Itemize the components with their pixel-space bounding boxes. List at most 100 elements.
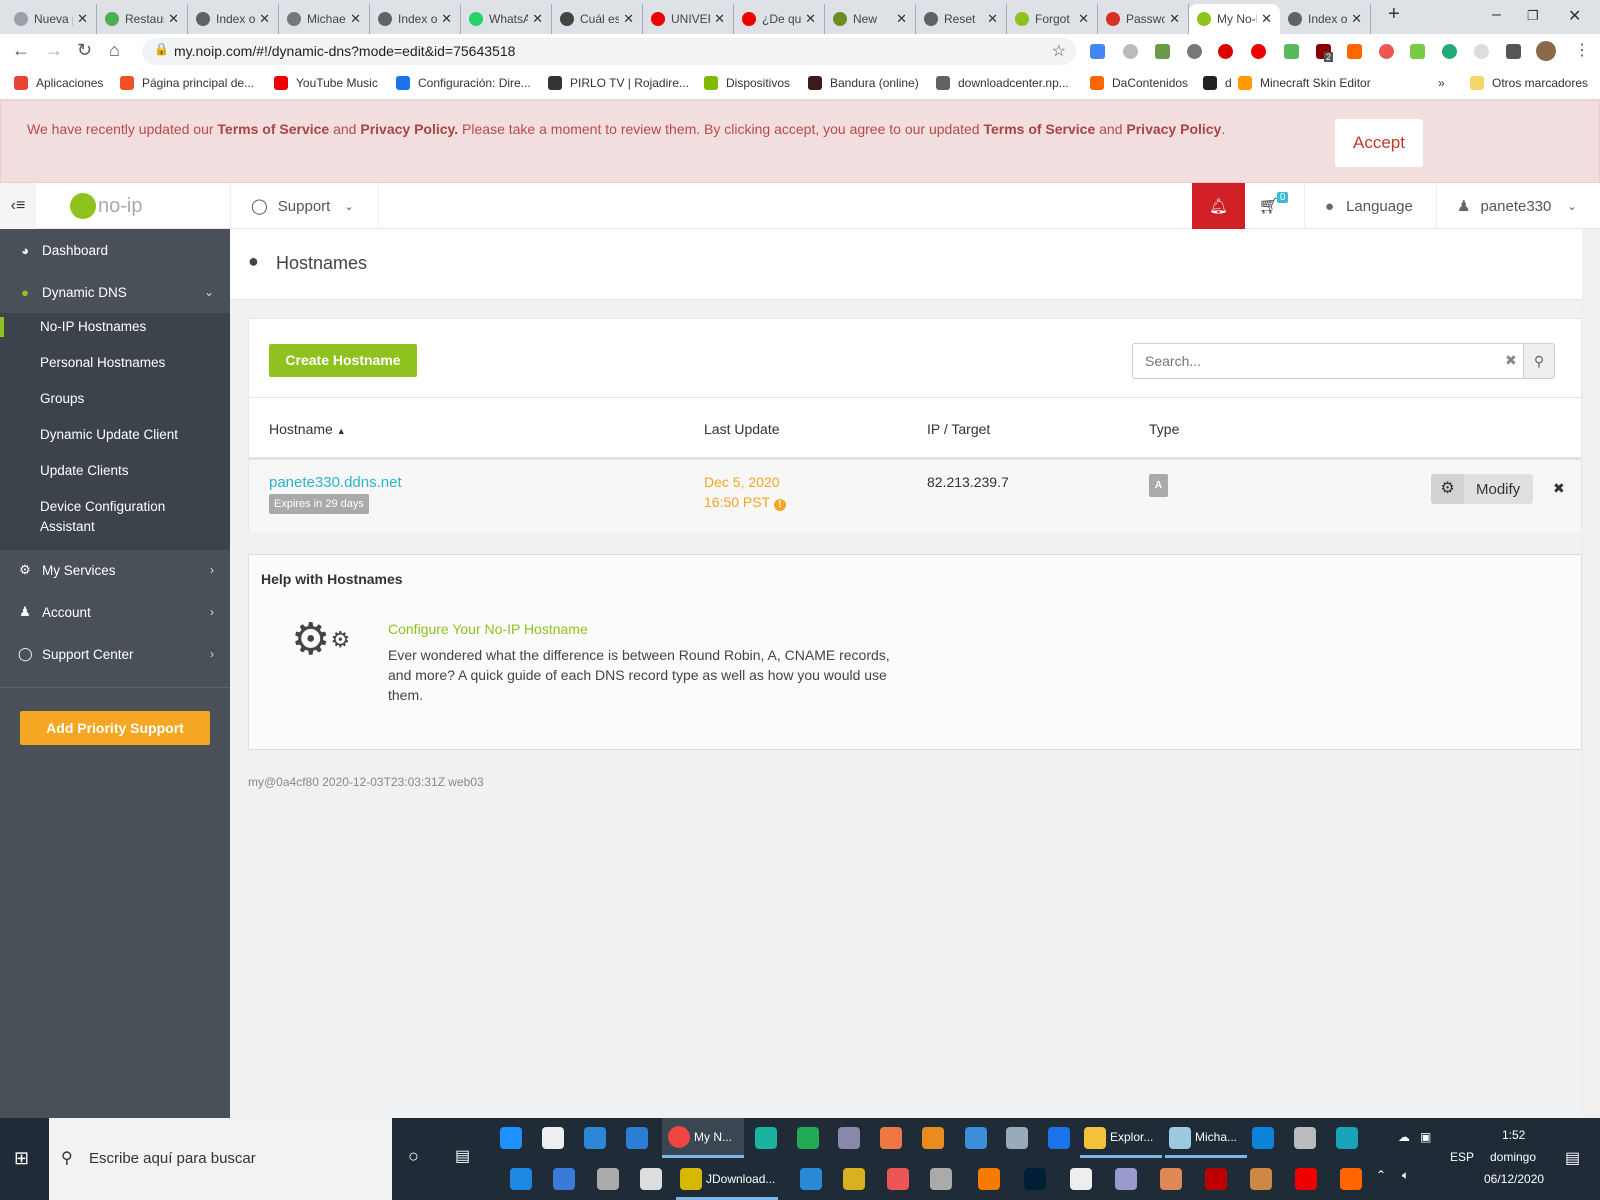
browser-tab[interactable]: Michael ✕ (279, 4, 370, 34)
shield-extension-icon[interactable] (1284, 44, 1299, 59)
bookmark-item[interactable]: Bandura (online) (808, 76, 919, 90)
ie-icon[interactable] (626, 1127, 648, 1149)
taskbar-jdownloader[interactable]: JDownload... (676, 1160, 778, 1200)
monitor-icon[interactable] (597, 1168, 619, 1190)
modify-button[interactable]: ⚙ Modify (1431, 474, 1533, 504)
close-tab-icon[interactable]: ✕ (77, 11, 88, 27)
browser-tab[interactable]: Restaurar ✕ (97, 4, 188, 34)
accept-button[interactable]: Accept (1335, 119, 1423, 167)
close-tab-icon[interactable]: ✕ (896, 11, 907, 27)
create-hostname-button[interactable]: Create Hostname (269, 344, 417, 377)
task-view-icon[interactable]: ▤ (455, 1146, 470, 1166)
volume-icon[interactable]: 🔈︎ (1402, 1168, 1409, 1183)
browser-tab[interactable]: New ✕ (825, 4, 916, 34)
browser-tab[interactable]: UNIVERSO ✕ (643, 4, 734, 34)
privacy-link[interactable]: Privacy Policy. (360, 121, 458, 137)
vlc-icon[interactable] (1340, 1168, 1362, 1190)
firefox-icon[interactable] (978, 1168, 1000, 1190)
cortana-icon[interactable]: ○ (408, 1146, 419, 1167)
settings-icon[interactable] (640, 1168, 662, 1190)
support-dropdown[interactable]: ◯ Support ⌄ (230, 183, 379, 229)
taskbar-explorer[interactable]: Explor... (1080, 1118, 1162, 1158)
bookmark-item[interactable]: DaContenidos (1090, 76, 1188, 90)
close-tab-icon[interactable]: ✕ (350, 11, 361, 27)
app-icon[interactable] (880, 1127, 902, 1149)
forward-icon[interactable]: → (45, 40, 63, 61)
close-tab-icon[interactable]: ✕ (623, 11, 634, 27)
app-icon[interactable] (1252, 1127, 1274, 1149)
chat-icon[interactable] (800, 1168, 822, 1190)
filezilla-icon[interactable] (1205, 1168, 1227, 1190)
app-icon[interactable] (755, 1127, 777, 1149)
edge-icon[interactable] (500, 1127, 522, 1149)
close-tab-icon[interactable]: ✕ (1261, 11, 1272, 27)
browser-tab[interactable]: Password✕ (1098, 4, 1189, 34)
scrollbar[interactable] (1582, 229, 1600, 1118)
browser-tab[interactable]: Index of ✕ (370, 4, 461, 34)
terms-link[interactable]: Terms of Service (983, 121, 1095, 137)
reload-icon[interactable]: ↻ (77, 40, 92, 61)
search-input[interactable] (1133, 344, 1493, 378)
player-icon[interactable] (1336, 1127, 1358, 1149)
user-menu[interactable]: ♟ panete330 ⌄ (1436, 183, 1600, 229)
sidebar-item-device-configuration-assistant[interactable]: Device Configuration Assistant (0, 497, 190, 537)
calculator-icon[interactable] (1294, 1127, 1316, 1149)
photoshop-icon[interactable] (1024, 1168, 1046, 1190)
media-icon[interactable] (922, 1127, 944, 1149)
taskbar-notepad[interactable]: Micha... (1165, 1118, 1247, 1158)
browser-tab[interactable]: Index of ✕ (1280, 4, 1371, 34)
close-tab-icon[interactable]: ✕ (714, 11, 725, 27)
onedrive-icon[interactable]: ☁ (1398, 1130, 1410, 1144)
warning-icon[interactable]: ! (773, 499, 786, 511)
clock-time[interactable]: 1:52 (1502, 1128, 1525, 1142)
notifications-icon[interactable]: ▤ (1565, 1148, 1580, 1168)
taskbar-search[interactable]: ⚲ Escribe aquí para buscar (49, 1118, 392, 1200)
configure-hostname-link[interactable]: Configure Your No-IP Hostname (388, 621, 588, 637)
sidebar-item-dynamic-dns[interactable]: ● Dynamic DNS ⌄ (0, 272, 230, 312)
app-icon[interactable] (797, 1127, 819, 1149)
bookmark-item[interactable]: Dispositivos (704, 76, 790, 90)
bookmark-item[interactable]: d (1203, 76, 1232, 90)
bookmark-item[interactable]: downloadcenter.np... (936, 76, 1069, 90)
browser-tab[interactable]: My No-IP ✕ (1189, 4, 1280, 34)
minimize-button[interactable]: – (1492, 6, 1501, 24)
app-icon[interactable] (965, 1127, 987, 1149)
mega-icon[interactable] (1295, 1168, 1317, 1190)
sidebar-item-noip-hostnames[interactable]: No-IP Hostnames (0, 317, 230, 337)
close-tab-icon[interactable]: ✕ (1078, 11, 1089, 27)
close-tab-icon[interactable]: ✕ (168, 11, 179, 27)
close-tab-icon[interactable]: ✕ (441, 11, 452, 27)
app-icon[interactable] (930, 1168, 952, 1190)
abs-extension-icon[interactable] (1187, 44, 1202, 59)
compass-extension-icon[interactable] (1474, 44, 1489, 59)
column-header-hostname[interactable]: Hostname ▲ (269, 421, 346, 437)
lifering-icon[interactable] (887, 1168, 909, 1190)
restore-extension-icon[interactable] (1155, 44, 1170, 59)
input-language[interactable]: ESP (1450, 1150, 1474, 1164)
restore-button[interactable]: ❐ (1527, 8, 1539, 24)
browser-tab[interactable]: Reset ✕ (916, 4, 1007, 34)
sidebar-item-account[interactable]: ♟ Account › (0, 592, 230, 632)
clear-search-icon[interactable]: ✖ (1505, 352, 1517, 369)
adblock-icon[interactable] (1251, 44, 1266, 59)
sidebar-item-my-services[interactable]: ⚙ My Services › (0, 550, 230, 590)
sidebar-item-support-center[interactable]: ◯ Support Center › (0, 634, 230, 674)
close-window-button[interactable]: ✕ (1568, 6, 1581, 26)
close-tab-icon[interactable]: ✕ (532, 11, 543, 27)
settings-tool-icon[interactable] (1048, 1127, 1070, 1149)
block-extension-icon[interactable] (1379, 44, 1394, 59)
clock-date[interactable]: 06/12/2020 (1484, 1172, 1544, 1186)
download-icon[interactable] (553, 1168, 575, 1190)
privacy-link[interactable]: Privacy Policy (1126, 121, 1221, 137)
close-tab-icon[interactable]: ✕ (1351, 11, 1362, 27)
app-icon[interactable] (843, 1168, 865, 1190)
sidebar-item-update-clients[interactable]: Update Clients (0, 461, 230, 481)
browser-tab[interactable]: Nueva pestaña ✕ (6, 4, 97, 34)
app-icon[interactable] (1250, 1168, 1272, 1190)
notifications-bell-button[interactable]: 🔔︎ (1192, 183, 1245, 229)
back-icon[interactable]: ← (12, 40, 30, 61)
other-bookmarks-folder[interactable]: Otros marcadores (1470, 76, 1588, 90)
bookmark-item[interactable]: Minecraft Skin Editor (1238, 76, 1371, 90)
url-input[interactable]: 🔒 my.noip.com/#!/dynamic-dns?mode=edit&id… (142, 38, 1076, 65)
clock-day[interactable]: domingo (1490, 1150, 1536, 1164)
